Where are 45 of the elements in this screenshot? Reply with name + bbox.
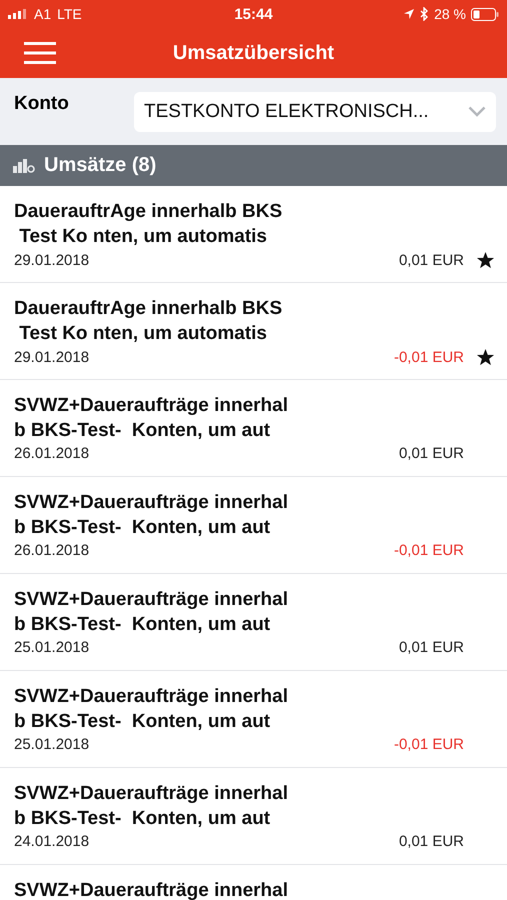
transaction-title: DauerauftrAge innerhalb BKS Test Ko nten, um automatis (14, 297, 284, 346)
transaction-title: SVWZ+Daueraufträge innerhal b BKS-Test- Konten, um aut (14, 491, 289, 540)
transaction-row[interactable]: SVWZ+Daueraufträge innerhal b BKS-Test- Konten, um aut 26.01.2018 -0,01 EUR (0, 477, 507, 574)
section-title: Umsätze (8) (44, 154, 156, 177)
transaction-amount: -0,01 EUR (394, 542, 464, 559)
bluetooth-icon (420, 7, 430, 21)
transaction-amount: 0,01 EUR (398, 252, 464, 269)
location-icon (403, 8, 416, 20)
clock-time: 15:44 (234, 6, 273, 22)
battery-percent: 28 % (434, 6, 466, 22)
transaction-date: 25.01.2018 (14, 736, 90, 753)
transaction-date: 24.01.2018 (14, 833, 90, 850)
transaction-amount: 0,01 EUR (398, 639, 464, 656)
transaction-date: 26.01.2018 (14, 445, 90, 462)
transaction-row[interactable]: SVWZ+Daueraufträge innerhal b BKS-Test- Konten, um aut 26.01.2018 0,01 EUR (0, 380, 507, 477)
carrier-name: A1 (34, 6, 52, 22)
transaction-amount: -0,01 EUR (394, 349, 464, 366)
battery-icon (471, 8, 499, 20)
transaction-title: SVWZ+Daueraufträge innerhal b BKS-Test- Konten, um aut (14, 394, 289, 443)
screen-title: Umsatzübersicht (172, 42, 334, 64)
transaction-title: SVWZ+Daueraufträge innerhal b BKS-Test- Konten, um aut (14, 685, 289, 734)
signal-icon (8, 9, 28, 19)
network-type: LTE (57, 6, 82, 22)
transaction-row[interactable]: SVWZ+Daueraufträge innerhal b BKS-Test- Konten, um aut 24.01.2018 0,01 EUR (0, 768, 507, 865)
transaction-row[interactable]: SVWZ+Daueraufträge innerhal b BKS-Test- Konten, um aut 25.01.2018 -0,01 EUR (0, 671, 507, 768)
chevron-down-icon (468, 106, 486, 117)
transaction-title: SVWZ+Daueraufträge innerhal b BKS-Test- Konten, um aut (14, 588, 289, 637)
transaction-date: 25.01.2018 (14, 639, 90, 656)
transaction-title: DauerauftrAge innerhalb BKS Test Ko nten, um automatis (14, 200, 284, 249)
transaction-amount: -0,01 EUR (394, 736, 464, 753)
account-label: Konto (14, 93, 70, 115)
transaction-title: SVWZ+Daueraufträge innerhal b BKS-Test- Konten, um aut (14, 782, 289, 831)
transaction-row[interactable]: DauerauftrAge innerhalb BKS Test Ko nten, um automatis 29.01.2018 -0,01 EUR (0, 283, 507, 380)
transaction-amount: 0,01 EUR (398, 833, 464, 850)
transaction-date: 26.01.2018 (14, 542, 90, 559)
transaction-amount: 0,01 EUR (398, 445, 464, 462)
transaction-title: SVWZ+Daueraufträge innerhal (14, 879, 289, 900)
transaction-row[interactable]: SVWZ+Daueraufträge innerhal (0, 865, 507, 900)
transaction-row[interactable]: SVWZ+Daueraufträge innerhal b BKS-Test- Konten, um aut 25.01.2018 0,01 EUR (0, 574, 507, 671)
account-dropdown[interactable]: TESTKONTO ELEKTRONISCH... (134, 92, 496, 132)
menu-icon[interactable] (24, 41, 56, 65)
transaction-row[interactable]: DauerauftrAge innerhalb BKS Test Ko nten, um automatis 29.01.2018 0,01 EUR (0, 186, 507, 283)
transaction-date: 29.01.2018 (14, 252, 90, 269)
transaction-date: 29.01.2018 (14, 349, 90, 366)
chart-icon (13, 158, 35, 172)
